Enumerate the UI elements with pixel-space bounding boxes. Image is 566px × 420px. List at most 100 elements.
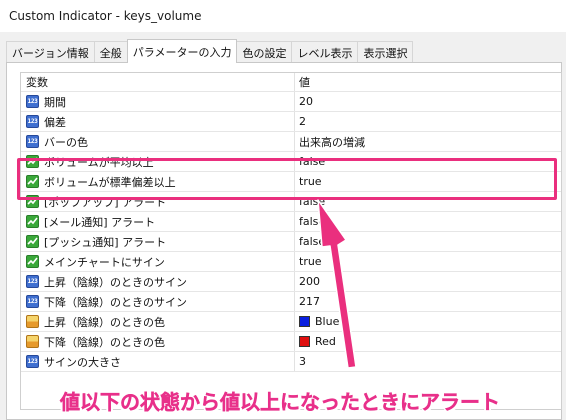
param-value: true	[299, 175, 322, 188]
param-value: 200	[299, 275, 320, 288]
param-value-cell[interactable]: 出来高の増減	[295, 132, 561, 151]
param-name: バーの色	[44, 135, 88, 149]
param-name-cell[interactable]: [ポップアップ] アラート	[21, 192, 295, 211]
table-row[interactable]: [プッシュ通知] アラート false	[21, 232, 561, 252]
param-value-cell[interactable]: false	[295, 212, 561, 231]
param-value: false	[299, 235, 326, 248]
param-value-cell[interactable]: Blue	[295, 312, 561, 331]
param-name-cell[interactable]: [プッシュ通知] アラート	[21, 232, 295, 251]
color-swatch	[299, 336, 310, 347]
param-value-cell[interactable]: false	[295, 232, 561, 251]
param-name-cell[interactable]: 123 サインの大きさ	[21, 352, 295, 371]
number-123-icon: 123	[26, 355, 39, 368]
param-value-cell[interactable]: false	[295, 192, 561, 211]
boolean-icon	[26, 175, 39, 188]
param-name-cell[interactable]: 123 上昇（陰線）のときのサイン	[21, 272, 295, 291]
table-row[interactable]: 123 バーの色 出来高の増減	[21, 132, 561, 152]
param-name-cell[interactable]: 下降（陰線）のときの色	[21, 332, 295, 351]
tab-version-info[interactable]: バージョン情報	[6, 41, 95, 63]
param-value-cell[interactable]: true	[295, 252, 561, 271]
param-name-cell[interactable]: 123 偏差	[21, 112, 295, 131]
param-value: 20	[299, 95, 313, 108]
table-row[interactable]: 下降（陰線）のときの色 Red	[21, 332, 561, 352]
param-name: 偏差	[44, 115, 66, 129]
param-value-cell[interactable]: false	[295, 152, 561, 171]
number-123-icon: 123	[26, 95, 39, 108]
param-name: 上昇（陰線）のときのサイン	[44, 275, 187, 289]
param-value: 217	[299, 295, 320, 308]
tab-bar: バージョン情報 全般 パラメーターの入力 色の設定 レベル表示 表示選択	[6, 39, 414, 63]
table-row[interactable]: 123 上昇（陰線）のときのサイン 200	[21, 272, 561, 292]
param-value-cell[interactable]: 3	[295, 352, 561, 371]
boolean-icon	[26, 235, 39, 248]
tab-color-settings[interactable]: 色の設定	[236, 41, 293, 63]
param-value-cell[interactable]: 200	[295, 272, 561, 291]
number-123-icon: 123	[26, 275, 39, 288]
color-icon	[26, 335, 39, 348]
param-name-cell[interactable]: 123 期間	[21, 92, 295, 111]
boolean-icon	[26, 215, 39, 228]
param-name-cell[interactable]: 123 バーの色	[21, 132, 295, 151]
param-name-cell[interactable]: メインチャートにサイン	[21, 252, 295, 271]
param-value-cell[interactable]: 20	[295, 92, 561, 111]
param-value: 2	[299, 115, 306, 128]
param-name: [メール通知] アラート	[44, 215, 156, 229]
param-name-cell[interactable]: ボリュームが標準偏差以上	[21, 172, 295, 191]
param-value: true	[299, 255, 322, 268]
tab-visualization[interactable]: 表示選択	[357, 41, 414, 63]
param-name-cell[interactable]: [メール通知] アラート	[21, 212, 295, 231]
param-value: 出来高の増減	[299, 135, 365, 149]
param-value: false	[299, 215, 326, 228]
param-name: ボリュームが標準偏差以上	[44, 175, 176, 189]
param-name: 上昇（陰線）のときの色	[44, 315, 165, 329]
table-row[interactable]: 123 下降（陰線）のときのサイン 217	[21, 292, 561, 312]
param-value: false	[299, 195, 326, 208]
tab-input-parameters[interactable]: パラメーターの入力	[126, 39, 238, 63]
table-row[interactable]: 123 サインの大きさ 3	[21, 352, 561, 372]
grid-rows: 123 期間 20 123 偏差 2 123 バーの色 出来高の増減ボリュームが平均以上 fals…	[21, 92, 561, 372]
number-123-icon: 123	[26, 295, 39, 308]
param-value: Blue	[315, 315, 340, 328]
param-name: 期間	[44, 95, 66, 109]
boolean-icon	[26, 255, 39, 268]
param-value-cell[interactable]: 2	[295, 112, 561, 131]
param-name: [プッシュ通知] アラート	[44, 235, 167, 249]
parameters-grid: 変数 値 123 期間 20 123 偏差 2 123 バーの色 出来高の増減ボリュームが平均以…	[20, 72, 562, 410]
table-row[interactable]: 123 期間 20	[21, 92, 561, 112]
param-name-cell[interactable]: ボリュームが平均以上	[21, 152, 295, 171]
dialog-panel: バージョン情報 全般 パラメーターの入力 色の設定 レベル表示 表示選択 変数 …	[0, 32, 566, 420]
param-value: Red	[315, 335, 336, 348]
window-title: Custom Indicator - keys_volume	[9, 9, 202, 23]
table-row[interactable]: 上昇（陰線）のときの色 Blue	[21, 312, 561, 332]
param-name: サインの大きさ	[44, 355, 121, 369]
param-value: 3	[299, 355, 306, 368]
table-row[interactable]: [ポップアップ] アラート false	[21, 192, 561, 212]
param-name: メインチャートにサイン	[44, 255, 165, 269]
color-icon	[26, 315, 39, 328]
table-row[interactable]: ボリュームが平均以上 false	[21, 152, 561, 172]
table-row[interactable]: [メール通知] アラート false	[21, 212, 561, 232]
tab-levels[interactable]: レベル表示	[291, 41, 359, 63]
param-value-cell[interactable]: Red	[295, 332, 561, 351]
param-name: ボリュームが平均以上	[44, 155, 154, 169]
param-name: 下降（陰線）のときのサイン	[44, 295, 187, 309]
grid-header: 変数 値	[21, 73, 561, 92]
table-row[interactable]: ボリュームが標準偏差以上 true	[21, 172, 561, 192]
boolean-icon	[26, 155, 39, 168]
table-row[interactable]: 123 偏差 2	[21, 112, 561, 132]
header-value[interactable]: 値	[295, 73, 561, 91]
param-name: [ポップアップ] アラート	[44, 195, 167, 209]
param-value-cell[interactable]: true	[295, 172, 561, 191]
number-123-icon: 123	[26, 115, 39, 128]
param-name-cell[interactable]: 上昇（陰線）のときの色	[21, 312, 295, 331]
param-value: false	[299, 155, 326, 168]
param-value-cell[interactable]: 217	[295, 292, 561, 311]
boolean-icon	[26, 195, 39, 208]
param-name-cell[interactable]: 123 下降（陰線）のときのサイン	[21, 292, 295, 311]
number-123-icon: 123	[26, 135, 39, 148]
header-variable[interactable]: 変数	[21, 73, 295, 91]
color-swatch	[299, 316, 310, 327]
table-row[interactable]: メインチャートにサイン true	[21, 252, 561, 272]
param-name: 下降（陰線）のときの色	[44, 335, 165, 349]
tab-general[interactable]: 全般	[93, 41, 128, 63]
